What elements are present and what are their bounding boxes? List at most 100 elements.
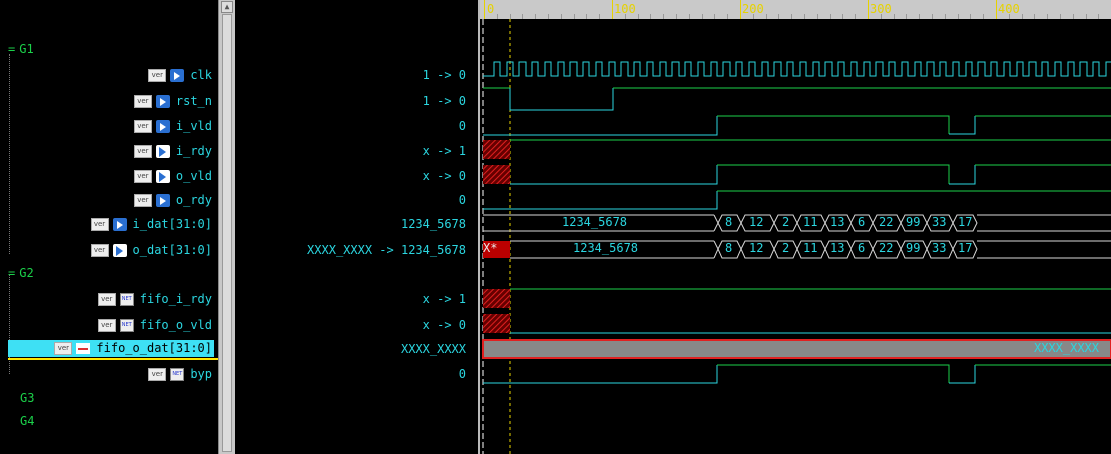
fifo-o-dat-waveform: [482, 339, 1111, 359]
unknown-region: [483, 314, 510, 333]
signal-value: x -> 1: [422, 292, 466, 306]
o-vld-waveform: [510, 165, 718, 185]
group-g2[interactable]: = G2: [8, 266, 34, 280]
bus-value: 17: [958, 215, 973, 229]
signal-value: 1 -> 0: [422, 94, 466, 108]
signal-value: XXXX_XXXX: [400, 342, 466, 356]
o-rdy-waveform: [483, 191, 718, 210]
bus-value: 1234_5678: [573, 241, 639, 255]
verilog-badge: ver: [133, 94, 152, 108]
ruler-tick: [484, 0, 485, 19]
vertical-scrollbar[interactable]: ▲: [218, 0, 236, 454]
signal-name: i_vld: [175, 119, 212, 133]
bus-value: 8: [725, 241, 733, 255]
bus-value: 13: [830, 241, 845, 255]
value-pane[interactable]: 1 -> 0 1 -> 0 0 x -> 1 x -> 0 0 1234_567…: [240, 0, 478, 454]
net-icon: [170, 367, 185, 381]
time-ruler[interactable]: 0 100 200 300 400: [480, 0, 1111, 19]
group-g3[interactable]: G3: [20, 391, 34, 405]
bus-value: 2: [782, 215, 790, 229]
scrollbar-thumb[interactable]: [222, 14, 232, 452]
verilog-badge: ver: [133, 169, 152, 183]
bus-value: 11: [803, 215, 818, 229]
signal-row-i-vld[interactable]: ver i_vld: [133, 116, 212, 136]
signal-value: x -> 0: [422, 318, 466, 332]
signal-row-clk[interactable]: ver clk: [148, 65, 212, 85]
bus-value: 99: [906, 215, 921, 229]
bus-value: 11: [803, 241, 818, 255]
signal-row-o-dat[interactable]: ver o_dat[31:0]: [90, 240, 212, 260]
bus-value: 22: [879, 215, 894, 229]
bus-value: 13: [830, 215, 845, 229]
verilog-badge: ver: [133, 193, 152, 207]
register-icon: [76, 342, 91, 354]
verilog-badge: ver: [148, 367, 167, 381]
signal-value: 0: [458, 367, 466, 381]
output-port-icon: [112, 243, 127, 257]
i-vld-waveform: [483, 116, 718, 136]
signal-row-fifo-i-rdy[interactable]: ver fifo_i_rdy: [97, 289, 212, 309]
unknown-region: [483, 289, 510, 308]
clk-waveform: [483, 61, 1111, 77]
ruler-tick: [868, 0, 869, 19]
waveform-pane[interactable]: 0 100 200 300 400 1234_5678 1234_5678 X*…: [480, 0, 1111, 454]
signal-row-rst-n[interactable]: ver rst_n: [133, 91, 212, 111]
bus-value: 33: [932, 241, 947, 255]
signal-name: fifo_o_vld: [139, 318, 212, 332]
verilog-badge: ver: [97, 318, 116, 332]
signal-name: byp: [190, 367, 212, 381]
signal-row-fifo-o-dat[interactable]: ver fifo_o_dat[31:0]: [54, 338, 212, 358]
signal-name: i_rdy: [175, 144, 212, 158]
input-port-icon: [170, 68, 185, 82]
signal-name: o_dat[31:0]: [132, 243, 212, 257]
signal-name: rst_n: [175, 94, 212, 108]
net-icon: [119, 292, 134, 306]
input-port-icon: [155, 193, 170, 207]
group-g4[interactable]: G4: [20, 414, 34, 428]
signal-name: clk: [190, 68, 212, 82]
signal-name: fifo_i_rdy: [139, 292, 212, 306]
output-port-icon: [155, 169, 170, 183]
verilog-badge: ver: [148, 68, 167, 82]
signal-name: i_dat[31:0]: [132, 217, 212, 231]
signal-value: x -> 1: [422, 144, 466, 158]
byp-waveform: [483, 365, 718, 384]
input-port-icon: [155, 119, 170, 133]
bus-value-unknown: X*: [483, 241, 498, 255]
signal-name-pane[interactable]: = G1 = G2 G3 G4 ver clk ver rst_n ver i_vl…: [0, 0, 218, 454]
signal-row-o-vld[interactable]: ver o_vld: [133, 166, 212, 186]
signal-row-i-dat[interactable]: ver i_dat[31:0]: [90, 214, 212, 234]
signal-value: XXXX_XXXX -> 1234_5678: [307, 243, 466, 257]
verilog-badge: ver: [133, 144, 152, 158]
input-port-icon: [112, 217, 127, 231]
tree-line: [9, 54, 11, 254]
signal-row-fifo-o-vld[interactable]: ver fifo_o_vld: [97, 315, 212, 335]
signal-row-i-rdy[interactable]: ver i_rdy: [133, 141, 212, 161]
waveform-canvas[interactable]: [480, 19, 1111, 454]
bus-value: 6: [858, 241, 866, 255]
verilog-badge: ver: [133, 119, 152, 133]
bus-value: 12: [749, 241, 764, 255]
output-port-icon: [155, 144, 170, 158]
signal-name: o_vld: [175, 169, 212, 183]
signal-row-byp[interactable]: ver byp: [148, 364, 212, 384]
unknown-region: [483, 140, 510, 159]
group-g1[interactable]: = G1: [8, 42, 34, 56]
signal-value: 1234_5678: [400, 217, 466, 231]
ruler-tick: [612, 0, 613, 19]
bus-value: 33: [932, 215, 947, 229]
signal-name: fifo_o_dat[31:0]: [96, 341, 212, 355]
signal-name: o_rdy: [175, 193, 212, 207]
selection-underline: [8, 358, 218, 360]
signal-row-o-rdy[interactable]: ver o_rdy: [133, 190, 212, 210]
scroll-up-icon[interactable]: ▲: [221, 1, 233, 13]
net-icon: [119, 318, 134, 332]
bus-value: 6: [858, 215, 866, 229]
signal-value: 1 -> 0: [422, 68, 466, 82]
ruler-tick: [740, 0, 741, 19]
bus-value: 8: [725, 215, 733, 229]
signal-value: x -> 0: [422, 169, 466, 183]
signal-value: 0: [458, 119, 466, 133]
bus-value: 99: [906, 241, 921, 255]
bus-value: 22: [879, 241, 894, 255]
